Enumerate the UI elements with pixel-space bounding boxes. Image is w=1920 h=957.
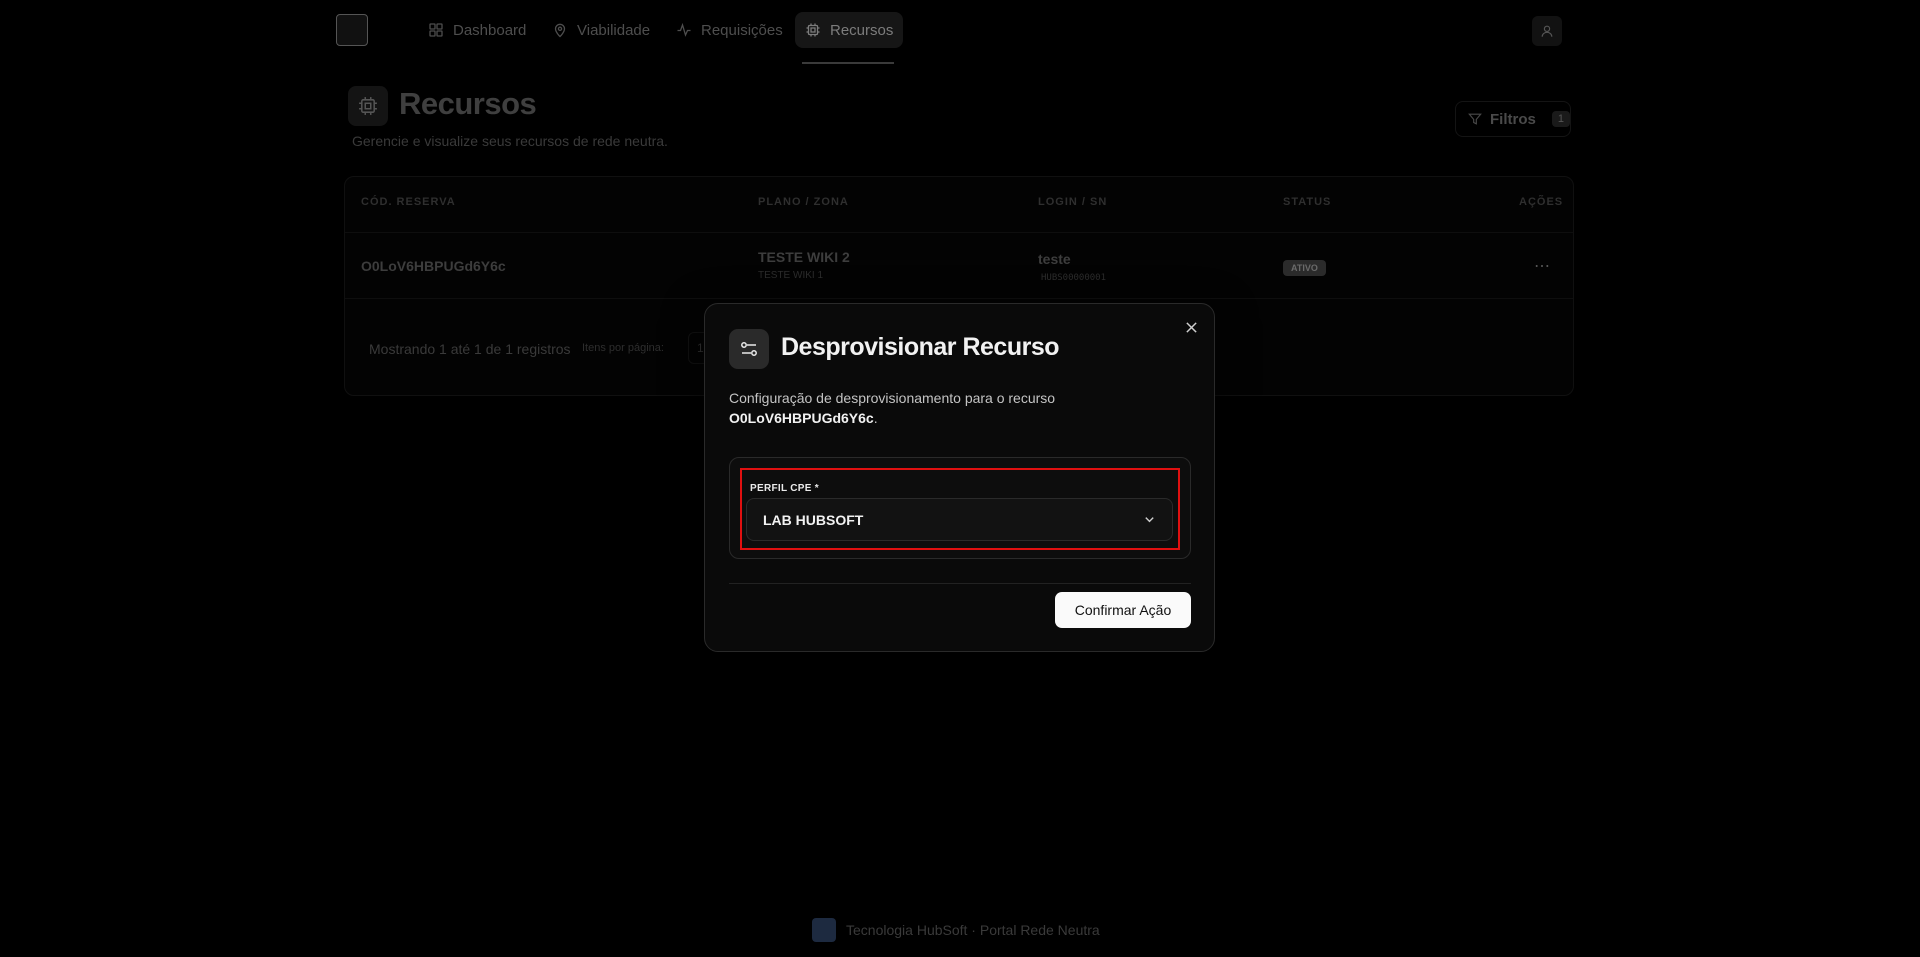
nav-recursos-label: Recursos: [830, 21, 894, 39]
cpe-profile-select[interactable]: LAB HUBSOFT: [746, 498, 1173, 541]
nav-viabilidade[interactable]: Viabilidade: [542, 12, 660, 48]
user-icon: [1541, 25, 1553, 37]
column-header-plan: PLANO / ZONA: [758, 196, 849, 208]
per-page-label: Itens por página:: [582, 342, 664, 354]
row-login: teste: [1038, 251, 1071, 267]
dialog-description: Configuração de desprovisionamento para …: [729, 390, 1056, 426]
status-badge: ATIVO: [1283, 260, 1326, 276]
dialog-description-text: Configuração de desprovisionamento para …: [729, 390, 1056, 406]
page-subtitle: Gerencie e visualize seus recursos de re…: [352, 133, 668, 149]
activity-icon: [677, 22, 691, 37]
page: Dashboard Viabilidade Requisições Recurs…: [0, 0, 1920, 957]
row-plan: TESTE WIKI 2: [758, 249, 850, 265]
row-code: O0LoV6HBPUGd6Y6c: [361, 258, 506, 274]
column-header-login: LOGIN / SN: [1038, 196, 1108, 208]
close-icon: [1185, 321, 1197, 333]
cpu-icon: [359, 97, 377, 115]
column-header-actions: AÇÕES: [1519, 196, 1564, 208]
row-zone: TESTE WIKI 1: [758, 270, 824, 281]
filter-icon: [1468, 113, 1482, 125]
divider: [345, 298, 1573, 299]
sliders-icon: [741, 342, 757, 356]
nav-requisicoes-label: Requisições: [701, 21, 783, 39]
column-header-code: CÓD. RESERVA: [361, 196, 456, 208]
page-title: Recursos: [399, 86, 537, 121]
filters-button[interactable]: Filtros 1: [1455, 101, 1571, 137]
footer-text: Tecnologia HubSoft · Portal Rede Neutra: [846, 922, 1100, 938]
dialog-icon: [729, 329, 769, 369]
nav-recursos[interactable]: Recursos: [795, 12, 904, 48]
confirm-action-button[interactable]: Confirmar Ação: [1055, 592, 1191, 628]
resource-code: O0LoV6HBPUGd6Y6c: [729, 410, 874, 426]
map-pin-icon: [554, 23, 566, 38]
top-nav: Dashboard Viabilidade Requisições Recurs…: [0, 0, 1920, 64]
close-button[interactable]: [1182, 318, 1200, 336]
grid-icon: [429, 23, 443, 37]
cpe-profile-label: PERFIL CPE *: [750, 483, 819, 494]
page-title-icon: [348, 86, 388, 126]
column-header-status: STATUS: [1283, 196, 1332, 208]
nav-viabilidade-label: Viabilidade: [577, 21, 651, 39]
active-tab-indicator: [802, 62, 894, 64]
filters-count-badge: 1: [1551, 111, 1570, 127]
cpe-profile-value: LAB HUBSOFT: [763, 511, 864, 528]
divider: [345, 232, 1573, 233]
row-sn: HUBS00000001: [1041, 273, 1107, 283]
app-logo[interactable]: [336, 14, 368, 46]
divider: [729, 583, 1191, 584]
dialog-title: Desprovisionar Recurso: [781, 333, 1060, 361]
row-actions-button[interactable]: ⋯: [1534, 256, 1551, 276]
footer: Tecnologia HubSoft · Portal Rede Neutra: [812, 918, 1100, 942]
cpu-icon: [806, 23, 820, 37]
nav-dashboard-label: Dashboard: [453, 21, 527, 39]
nav-requisicoes[interactable]: Requisições: [666, 12, 793, 48]
chevron-down-icon: [1143, 513, 1156, 526]
nav-dashboard[interactable]: Dashboard: [418, 12, 536, 48]
hubsoft-logo: [812, 918, 836, 942]
user-menu-button[interactable]: [1532, 16, 1562, 46]
pagination-summary: Mostrando 1 até 1 de 1 registros: [369, 341, 571, 357]
filters-label: Filtros: [1490, 110, 1536, 128]
